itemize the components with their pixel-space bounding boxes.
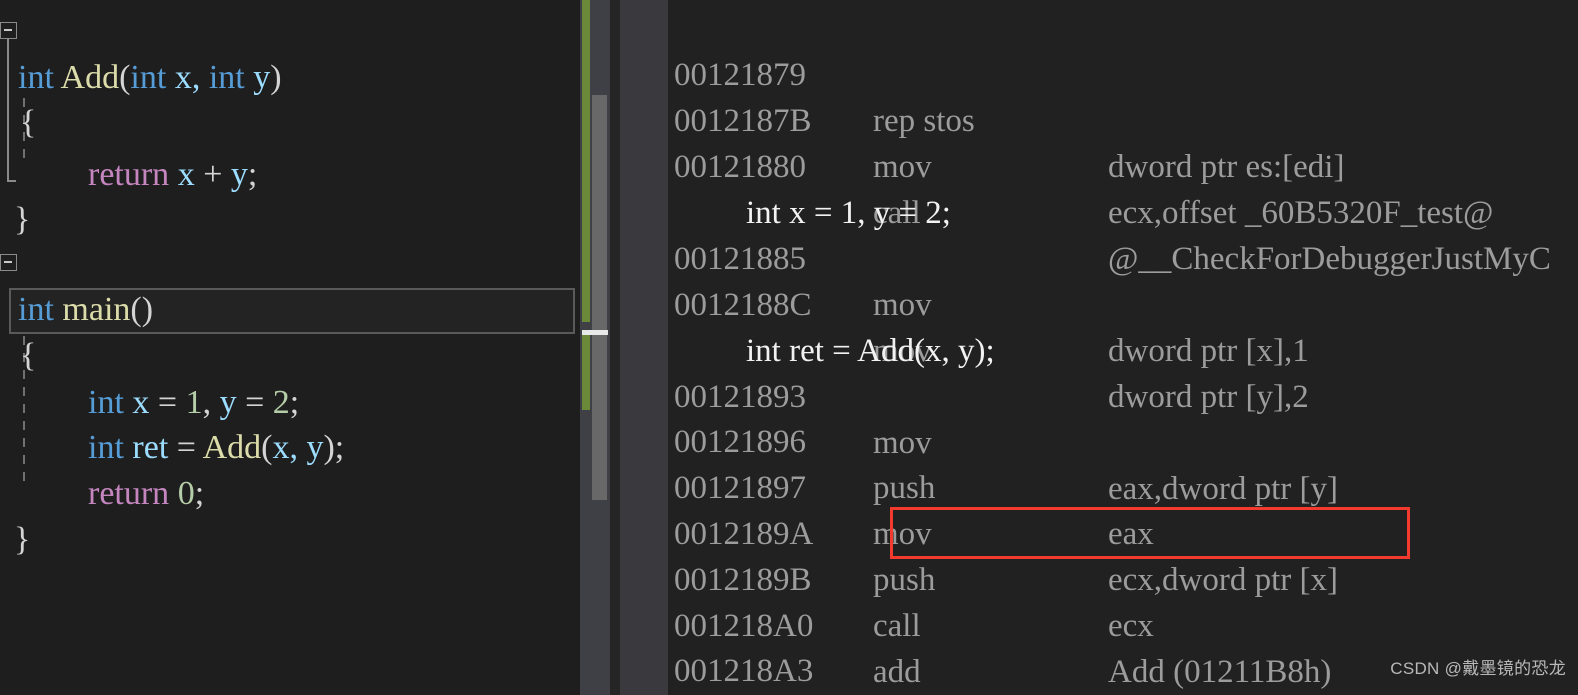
disasm-row[interactable]: 001218A3 mov dword ptr [ret],eax [668, 602, 1578, 689]
disassembly-view[interactable]: 00121879 rep stos dword ptr es:[edi] 001… [620, 0, 1578, 695]
watermark-text: CSDN @戴墨镜的恐龙 [1390, 659, 1566, 678]
code-line[interactable]: } [0, 472, 51, 558]
disasm-row[interactable]: 00121885 mov dword ptr [x],1 [668, 190, 1578, 369]
code-line-text: int Add(int x, int y) [18, 59, 282, 96]
code-line[interactable]: int Add(int x, int y) [0, 10, 282, 96]
disasm-source-row[interactable]: int x = 1, y = 2; [668, 144, 1578, 231]
code-line[interactable]: int main() [0, 242, 153, 328]
disasm-row-highlighted[interactable]: 0012189B call Add (01211B8h) [668, 511, 1578, 690]
disasm-row[interactable]: 00121880 call @__CheckForDebuggerJustMyC [668, 98, 1578, 277]
code-line-current[interactable]: { [0, 288, 51, 374]
disasm-row[interactable]: 00121897 mov ecx,dword ptr [x] [668, 419, 1578, 598]
change-marker-bar-top [582, 0, 590, 322]
code-line-text: return 0; [88, 475, 205, 512]
code-line-text: } [14, 521, 31, 558]
code-line[interactable]: int ret = Add(x, y); [0, 380, 344, 466]
editor-vertical-scrollbar[interactable] [580, 0, 610, 695]
code-line[interactable]: int x = 1, y = 2; [0, 335, 299, 421]
code-line-text: return x + y; [88, 156, 258, 193]
disasm-row[interactable]: 00121879 rep stos dword ptr es:[edi] [668, 6, 1578, 185]
disassembly-listing[interactable]: 00121879 rep stos dword ptr es:[edi] 001… [668, 0, 1578, 695]
disassembly-gutter[interactable] [620, 0, 668, 695]
source-code-editor[interactable]: int Add(int x, int y) { return x + y; } … [0, 0, 580, 695]
disasm-row[interactable]: 00121893 mov eax,dword ptr [y] [668, 328, 1578, 507]
disasm-source-row[interactable]: int ret = Add(x, y); [668, 282, 1578, 369]
code-line[interactable]: return x + y; [0, 107, 257, 193]
disasm-row[interactable]: 0012188C mov dword ptr [y],2 [668, 236, 1578, 415]
disasm-row[interactable]: 0012187B mov ecx,offset _60B5320F_test@ [668, 52, 1578, 231]
code-line-text: int ret = Add(x, y); [88, 429, 345, 466]
change-marker-bar-bottom [582, 330, 590, 410]
code-line[interactable]: } [0, 152, 51, 238]
code-line-text: int x = 1, y = 2; [88, 384, 300, 421]
code-line[interactable]: return 0; [0, 426, 204, 512]
code-line[interactable]: { [0, 55, 51, 141]
debugger-window: int Add(int x, int y) { return x + y; } … [0, 0, 1578, 695]
code-line-text: } [14, 201, 31, 238]
scrollbar-thumb[interactable] [592, 95, 607, 500]
disasm-row[interactable]: 00121896 push eax [668, 373, 1578, 552]
pane-separator[interactable] [610, 0, 620, 695]
caret-position-marker [582, 330, 608, 335]
disasm-row[interactable]: 0012189A push ecx [668, 465, 1578, 644]
disasm-row[interactable]: 001218A0 add esp,8 [668, 557, 1578, 690]
